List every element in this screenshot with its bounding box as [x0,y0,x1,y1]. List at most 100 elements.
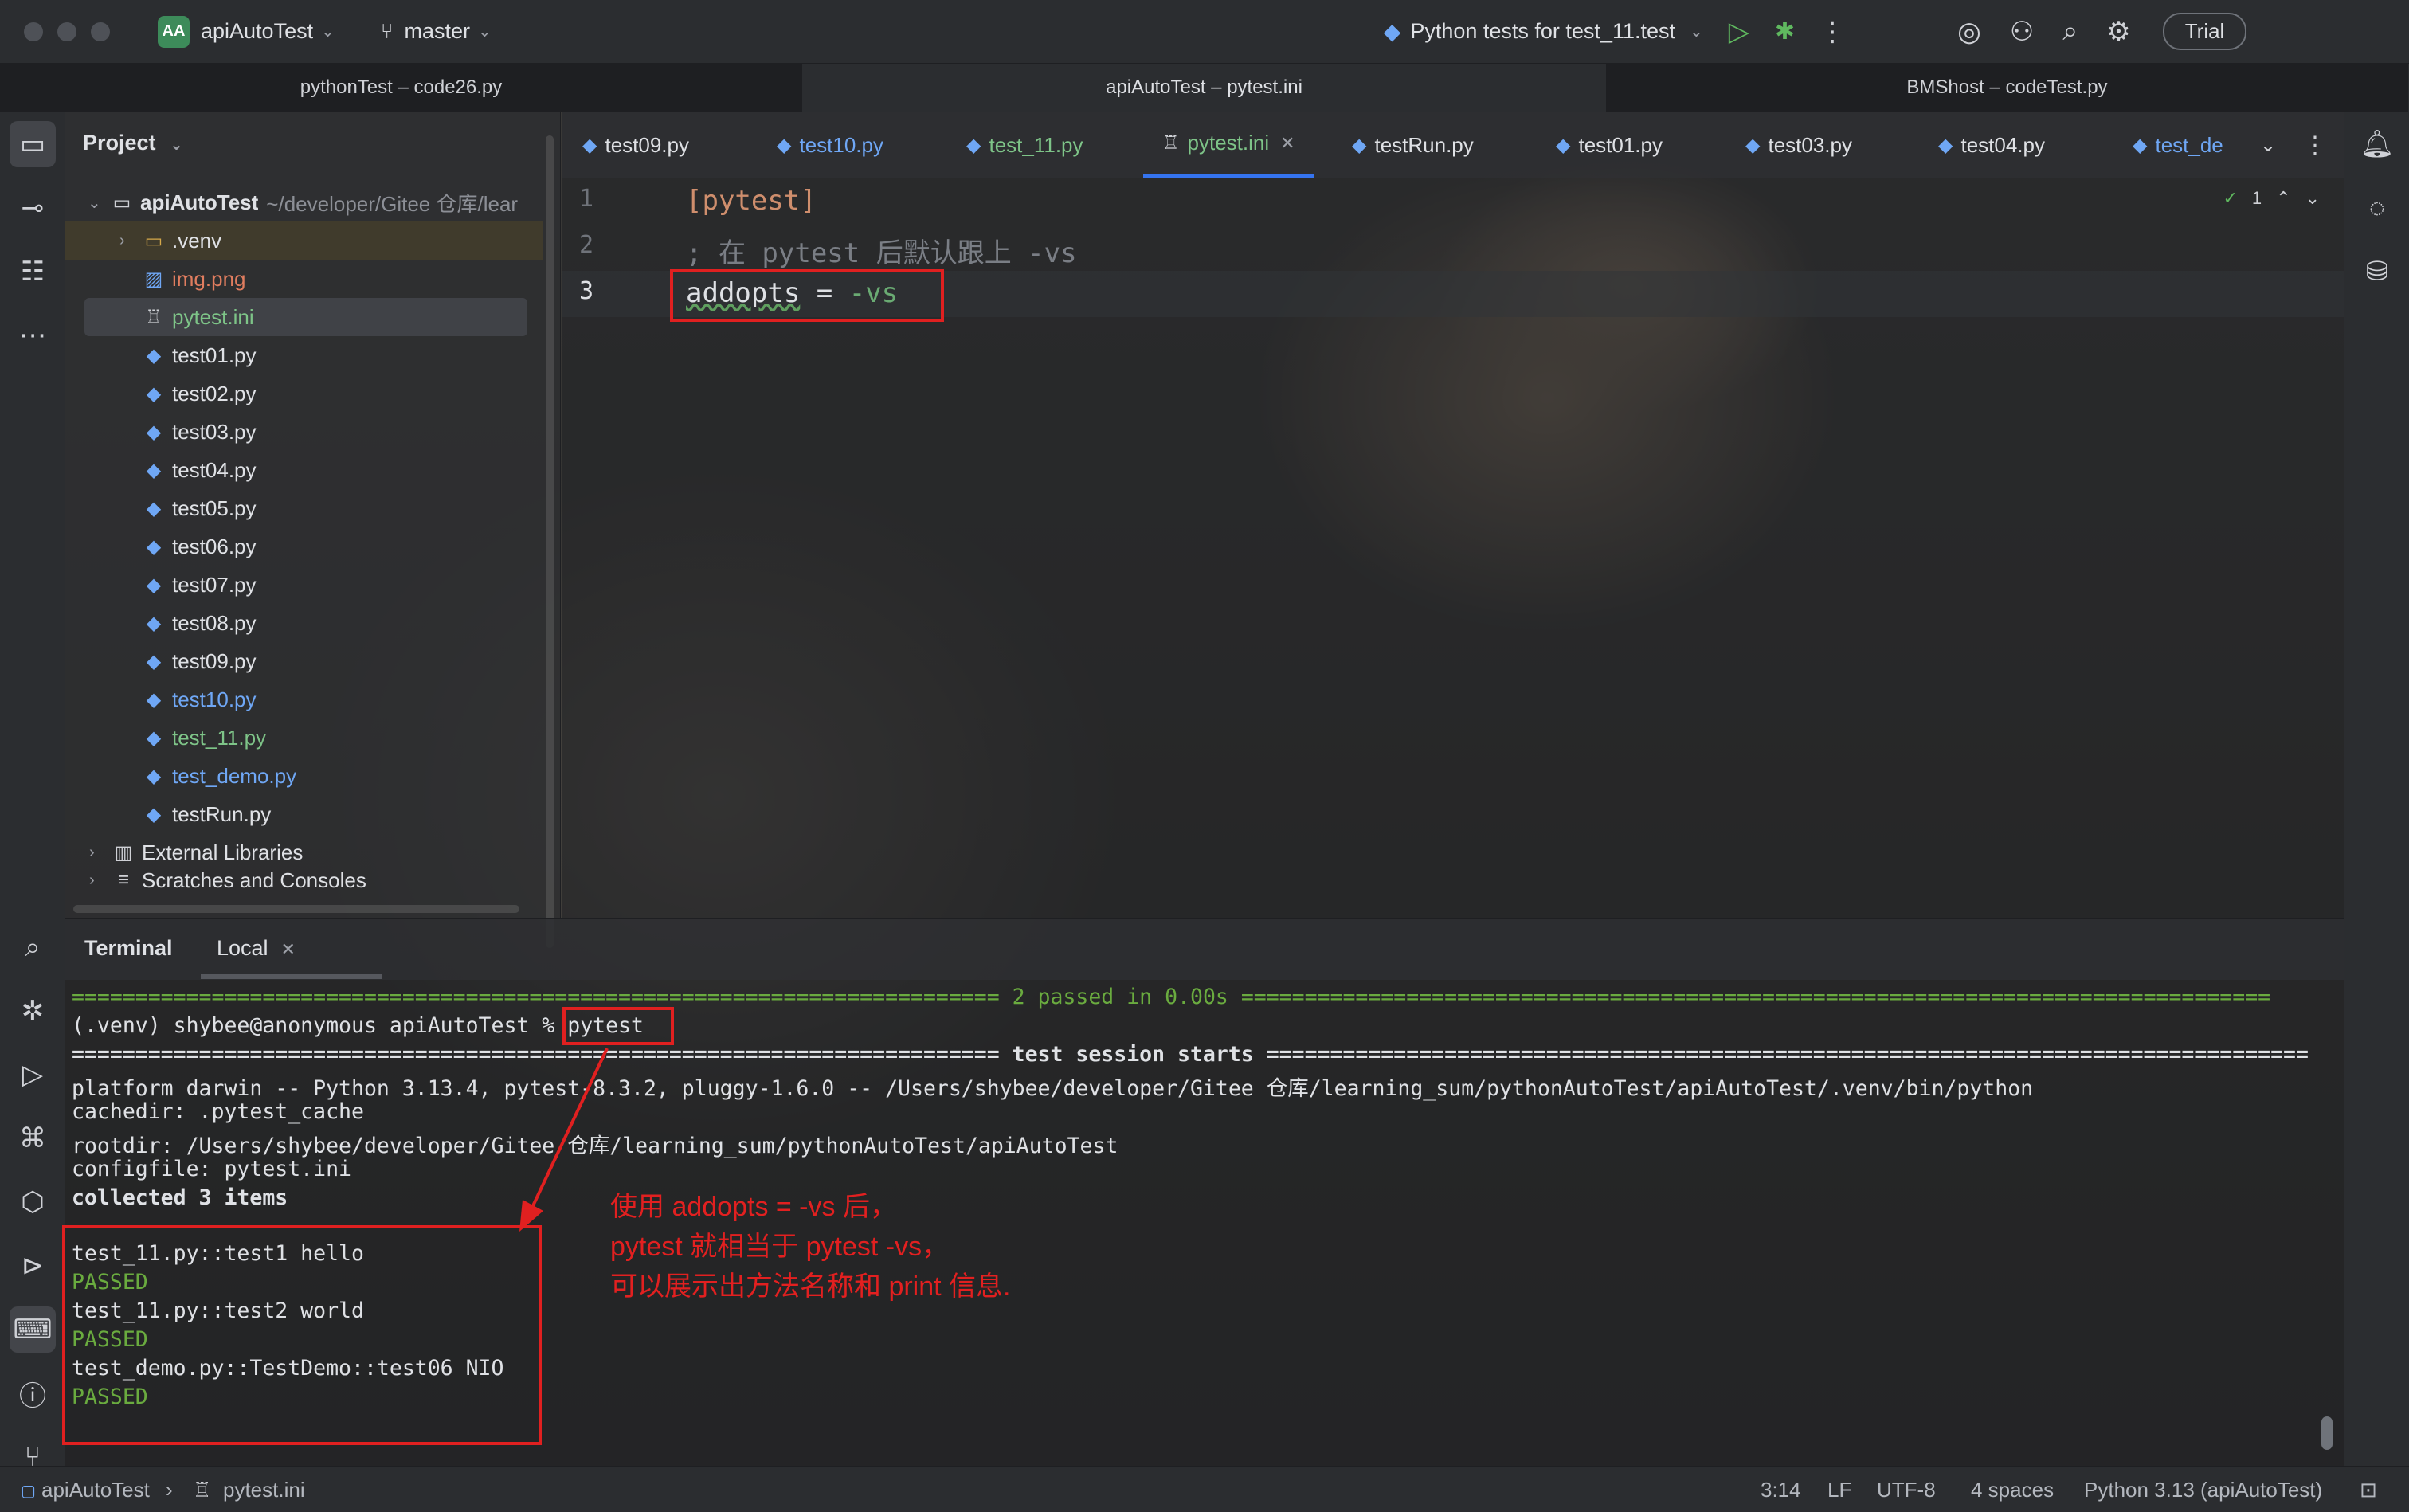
tree-item-py[interactable]: ◆ test06.py [140,527,257,566]
tree-item-py[interactable]: ◆ test02.py [140,374,257,413]
chevron-down-icon[interactable]: ⌄ [170,136,183,154]
tree-item-py[interactable]: ◆ testRun.py [140,795,272,833]
chevron-up-icon[interactable]: ⌃ [2276,188,2290,209]
ai-chat-icon[interactable]: ◌ [2354,185,2400,231]
cursor-position[interactable]: 3:14 [1761,1478,1801,1502]
tree-item-img[interactable]: ▨ img.png [140,260,246,298]
tree-item-py[interactable]: ◆ test03.py [140,413,257,451]
window-tab-apiautotest[interactable]: apiAutoTest – pytest.ini [803,64,1606,112]
chevron-down-icon[interactable]: ⌄ [88,193,108,213]
more-icon[interactable]: ⋮ [2303,112,2327,178]
close-icon[interactable]: ✕ [281,939,296,959]
chevron-down-icon[interactable]: ⌄ [321,22,335,41]
tree-item-py[interactable]: ◆ test05.py [140,489,257,527]
trial-button[interactable]: Trial [2162,13,2247,50]
tree-item-py[interactable]: ◆ test_11.py [140,719,266,757]
more-icon[interactable]: ⋮ [1819,16,1846,48]
tabs-overflow-chevron-icon[interactable]: ⌄ [2260,112,2276,178]
debug-tool-icon[interactable]: ✲ [10,988,56,1034]
tree-item-py[interactable]: ◆ test07.py [140,566,257,604]
chevron-right-icon[interactable]: › [89,844,110,862]
close-window-button[interactable] [24,22,43,41]
search-icon[interactable]: ⌕ [2062,16,2078,47]
code-line-2[interactable]: ; 在 pytest 后默认跟上 -vs [686,231,1077,270]
tree-item-py[interactable]: ◆ test04.py [140,451,257,489]
editor-tab-test04[interactable]: ◆ test04.py [1938,112,2045,178]
close-icon[interactable]: ✕ [1280,133,1295,154]
project-scrollbar-horizontal[interactable] [73,905,519,913]
window-tab-pythontest[interactable]: pythonTest – code26.py [0,64,803,112]
tree-item-py[interactable]: ◆ test10.py [140,680,257,719]
database-icon[interactable]: ⛁ [2354,249,2400,295]
notifications-icon[interactable]: 🔔︎ [2354,121,2400,167]
editor-tab-test10[interactable]: ◆ test10.py [777,112,883,178]
editor-tab-testrun[interactable]: ◆ testRun.py [1352,112,1474,178]
line-separator[interactable]: LF [1827,1478,1851,1502]
editor-tab-test-demo[interactable]: ◆ test_de [2133,112,2244,178]
structure-icon[interactable]: ☷ [10,249,56,295]
lock-icon[interactable]: ⊡ [2360,1478,2377,1502]
add-user-icon[interactable]: ⚇ [2010,16,2034,48]
editor-tab-pytest-ini[interactable]: ♖ pytest.ini ✕ [1143,112,1314,178]
find-icon[interactable]: ⌕ [10,924,56,970]
tree-item-scratches[interactable]: › ≡ Scratches and Consoles [89,868,366,892]
terminal-tab-underline [201,974,382,979]
window-tab-bmshost[interactable]: BMShost – codeTest.py [1606,64,2409,112]
services-icon[interactable]: ⬡ [10,1179,56,1225]
terminal-icon[interactable]: ⌨ [10,1306,56,1353]
project-folder-icon[interactable]: ▭ [10,121,56,167]
python-packages-icon[interactable]: ⌘ [10,1115,56,1161]
window-controls[interactable] [24,22,110,41]
tree-item-pytest-ini[interactable]: ♖ pytest.ini [84,298,527,336]
terminal-tab-label: Local [217,936,268,960]
tree-item-py[interactable]: ◆ test01.py [140,336,257,374]
chevron-down-icon[interactable]: ⌄ [2305,188,2320,209]
branch-switcher[interactable]: master [404,19,470,44]
python-interpreter[interactable]: Python 3.13 (apiAutoTest) [2084,1478,2322,1502]
terminal-title[interactable]: Terminal [84,936,173,961]
editor-tab-test-11[interactable]: ◆ test_11.py [966,112,1083,178]
tree-item-external-libraries[interactable]: › ▥ External Libraries [89,833,303,872]
minimize-window-button[interactable] [57,22,76,41]
tree-item-py[interactable]: ◆ test09.py [140,642,257,680]
terminal-scrollbar[interactable] [2321,1416,2333,1450]
debug-icon[interactable]: ✱ [1775,18,1795,45]
chevron-down-icon[interactable]: ⌄ [1690,22,1703,41]
commit-icon[interactable]: ⊸ [10,185,56,231]
file-encoding[interactable]: UTF-8 [1877,1478,1936,1502]
breadcrumb-project[interactable]: apiAutoTest [41,1478,150,1502]
editor-tab-test09[interactable]: ◆ test09.py [582,112,689,178]
chevron-right-icon[interactable]: › [89,872,110,890]
tree-root[interactable]: ⌄ ▭ apiAutoTest ~/developer/Gitee 仓库/lea… [88,183,518,221]
terminal-header: Terminal Local ✕ [65,918,2344,980]
terminal-tab-local[interactable]: Local ✕ [217,936,296,961]
run-config-selector[interactable]: Python tests for test_11.test [1410,19,1675,44]
inspection-widget[interactable]: ✓ 1 ⌃ ⌄ [2223,188,2320,209]
run-services-icon[interactable]: ⊳ [10,1243,56,1289]
indent-setting[interactable]: 4 spaces [1971,1478,2054,1502]
run-icon[interactable]: ▷ [1729,16,1749,48]
project-badge[interactable]: AA [158,15,190,48]
editor-tab-test03[interactable]: ◆ test03.py [1745,112,1852,178]
breadcrumb-file[interactable]: pytest.ini [223,1478,305,1502]
tree-item-venv[interactable]: › ▭ .venv [65,221,543,260]
code-line-1[interactable]: [pytest] [686,185,817,217]
tree-item-py[interactable]: ◆ test_demo.py [140,757,296,795]
project-switcher[interactable]: apiAutoTest [201,19,313,44]
editor-tab-test01[interactable]: ◆ test01.py [1556,112,1663,178]
problems-icon[interactable]: ⓘ [10,1370,56,1416]
run-tool-icon[interactable]: ▷ [10,1052,56,1098]
terminal-output[interactable]: ========================================… [62,980,2344,1466]
tree-item-label: test05.py [172,496,257,520]
project-scrollbar-vertical[interactable] [546,135,554,948]
more-tools-icon[interactable]: ⋯ [10,312,56,358]
chevron-right-icon[interactable]: › [119,232,140,250]
code-editor[interactable]: 1 2 3 [pytest] ; 在 pytest 后默认跟上 -vs addo… [562,178,2344,918]
branch-icon[interactable]: ⑂ [381,19,394,44]
project-panel-title[interactable]: Project ⌄ [83,131,183,155]
tree-item-py[interactable]: ◆ test08.py [140,604,257,642]
zoom-window-button[interactable] [91,22,110,41]
gear-icon[interactable]: ⚙ [2106,16,2130,48]
chevron-down-icon[interactable]: ⌄ [478,22,492,41]
ai-assistant-icon[interactable]: ◎ [1957,16,1981,48]
